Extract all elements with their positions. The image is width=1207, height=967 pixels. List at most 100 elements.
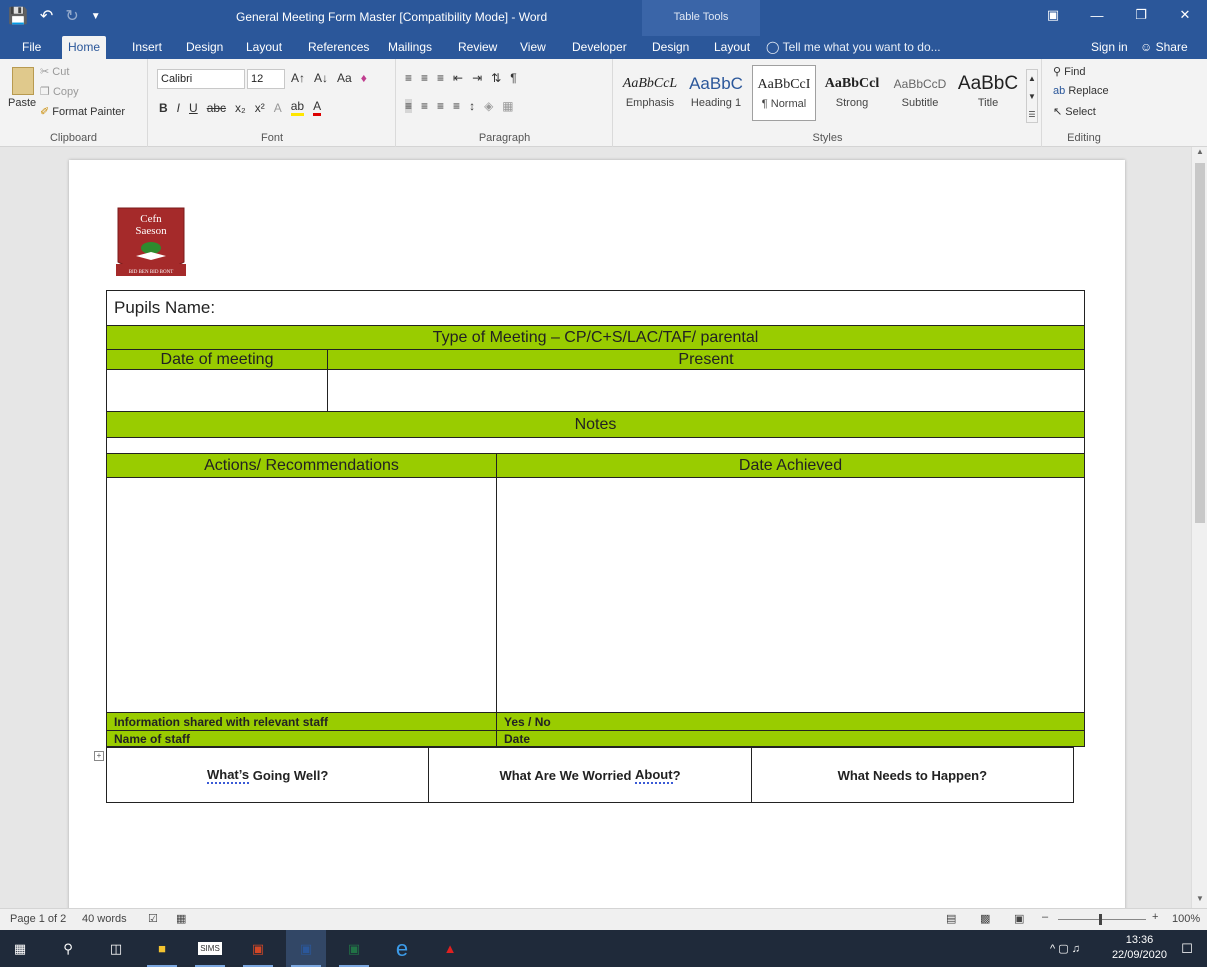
copy-button[interactable]: ❐ Copy [40, 85, 79, 98]
font-color-icon[interactable]: A [313, 99, 322, 116]
acrobat-icon[interactable]: ▲ [430, 930, 470, 967]
numbering-icon[interactable]: ≡ [421, 71, 428, 85]
scroll-down-icon[interactable]: ▼ [1192, 894, 1207, 908]
date-of-meeting-cell[interactable] [107, 370, 327, 411]
tab-references[interactable]: References [302, 36, 375, 59]
tab-layout[interactable]: Layout [240, 36, 288, 59]
scroll-up-icon[interactable]: ▲ [1192, 147, 1207, 161]
windows-start-icon[interactable]: ▦ [0, 930, 40, 967]
clear-format-icon[interactable]: ♦ [361, 71, 367, 85]
increase-indent-icon[interactable]: ⇥ [472, 71, 482, 85]
select-button[interactable]: ↖ Select [1053, 105, 1096, 118]
proofing-icon[interactable]: ☑ [148, 912, 158, 925]
document-canvas[interactable]: Cefn Saeson BID BEN BID BONT Pupils Name… [0, 147, 1191, 908]
shading-icon[interactable]: ◈ [484, 99, 493, 113]
line-spacing-icon[interactable]: ↕ [469, 99, 475, 113]
subscript-icon[interactable]: x₂ [235, 101, 246, 115]
format-painter-button[interactable]: ✐ Format Painter [40, 105, 125, 118]
borders-icon[interactable]: ▦ [502, 99, 513, 113]
zoom-level[interactable]: 100% [1172, 913, 1200, 925]
style-title[interactable]: AaBbC Title [956, 65, 1020, 121]
sort-icon[interactable]: ⇅ [491, 71, 501, 85]
going-well-cell[interactable]: What’s Going Well? [107, 748, 428, 802]
ribbon-display-icon[interactable]: ▣ [1031, 0, 1075, 30]
pilcrow-icon[interactable]: ¶ [510, 71, 516, 85]
style-emphasis[interactable]: AaBbCcL Emphasis [618, 65, 682, 121]
word-icon[interactable]: ▣ [286, 930, 326, 967]
find-button[interactable]: ⚲ Find [1053, 65, 1086, 78]
change-case-icon[interactable]: Aa [337, 71, 352, 85]
tell-me-box[interactable]: ◯ Tell me what you want to do... [766, 36, 941, 59]
zoom-out-icon[interactable]: – [1042, 911, 1048, 923]
worried-about-cell[interactable]: What Are We Worried About? [428, 748, 750, 802]
print-layout-icon[interactable]: ▩ [980, 912, 990, 925]
font-family-input[interactable]: Calibri [157, 69, 245, 89]
needs-to-happen-cell[interactable]: What Needs to Happen? [750, 748, 1073, 802]
styles-scroll-icon[interactable]: ▲ ▼ ☰ [1026, 69, 1038, 123]
tab-mailings[interactable]: Mailings [382, 36, 438, 59]
task-view-icon[interactable]: ◫ [96, 930, 136, 967]
bullets-icon[interactable]: ≡ [405, 71, 412, 85]
save-icon[interactable]: 💾 [8, 6, 28, 26]
shrink-font-icon[interactable]: A↓ [314, 71, 328, 85]
underline-icon[interactable]: U [189, 101, 198, 115]
system-tray-icons[interactable]: ^ ▢ ♫ [1030, 930, 1100, 967]
excel-icon[interactable]: ▣ [334, 930, 374, 967]
notifications-icon[interactable]: ☐ [1167, 930, 1207, 967]
pupils-name-row[interactable]: Pupils Name: [106, 290, 1085, 326]
edge-browser-icon[interactable]: e [382, 930, 422, 967]
style-heading-1[interactable]: AaBbC Heading 1 [684, 65, 748, 121]
actions-row[interactable] [106, 478, 1085, 713]
web-layout-icon[interactable]: ▣ [1014, 912, 1024, 925]
align-left-icon[interactable]: ≡ [405, 99, 413, 113]
tab-view[interactable]: View [514, 36, 552, 59]
notes-row[interactable] [106, 438, 1085, 454]
share-button[interactable]: ☺ Share [1140, 36, 1188, 59]
zoom-slider[interactable] [1058, 919, 1146, 920]
italic-icon[interactable]: I [177, 101, 180, 115]
align-right-icon[interactable]: ≡ [437, 99, 444, 113]
vertical-scrollbar[interactable]: ▲ ▼ [1191, 147, 1207, 908]
tab-home[interactable]: Home [62, 36, 107, 59]
minimize-button[interactable]: — [1075, 0, 1119, 30]
date-present-row[interactable] [106, 370, 1085, 412]
style-normal[interactable]: AaBbCcI ¶ Normal [752, 65, 816, 121]
customize-qat-icon[interactable]: ▼ [91, 11, 101, 22]
align-center-icon[interactable]: ≡ [421, 99, 428, 113]
highlight-icon[interactable]: ab [290, 99, 305, 116]
present-cell[interactable] [327, 370, 1084, 411]
strikethrough-icon[interactable]: abc [207, 101, 226, 115]
notes-cell[interactable] [107, 438, 1084, 453]
macro-record-icon[interactable]: ▦ [176, 912, 186, 925]
cut-button[interactable]: ✂ Cut [40, 65, 69, 78]
text-effects-icon[interactable]: A [274, 101, 282, 115]
tab-table-design[interactable]: Design [646, 36, 695, 59]
superscript-icon[interactable]: x² [255, 101, 265, 115]
table-move-handle-icon[interactable]: + [94, 751, 104, 761]
style-strong[interactable]: AaBbCcl Strong [820, 65, 884, 121]
word-count[interactable]: 40 words [82, 913, 127, 925]
scrollbar-thumb[interactable] [1195, 163, 1205, 523]
read-mode-icon[interactable]: ▤ [946, 912, 956, 925]
tab-review[interactable]: Review [452, 36, 503, 59]
redo-icon[interactable]: ↻ [65, 6, 78, 26]
search-icon[interactable]: ⚲ [48, 930, 88, 967]
bold-icon[interactable]: B [159, 101, 168, 115]
sims-app-icon[interactable]: SIMS [190, 930, 230, 967]
replace-button[interactable]: ab Replace [1053, 85, 1109, 97]
powerpoint-icon[interactable]: ▣ [238, 930, 278, 967]
style-subtitle[interactable]: AaBbCcD Subtitle [888, 65, 952, 121]
tab-insert[interactable]: Insert [126, 36, 168, 59]
tab-design[interactable]: Design [180, 36, 229, 59]
file-explorer-icon[interactable]: ■ [142, 930, 182, 967]
clock[interactable]: 13:36 22/09/2020 [1112, 933, 1167, 963]
font-size-input[interactable]: 12 [247, 69, 285, 89]
close-button[interactable]: ✕ [1163, 0, 1207, 30]
justify-icon[interactable]: ≡ [453, 99, 460, 113]
actions-cell[interactable] [107, 478, 496, 712]
paste-button[interactable]: Paste [8, 97, 36, 109]
zoom-in-icon[interactable]: + [1152, 911, 1158, 923]
decrease-indent-icon[interactable]: ⇤ [453, 71, 463, 85]
tab-file[interactable]: File [16, 36, 47, 59]
grow-font-icon[interactable]: A↑ [291, 71, 305, 85]
